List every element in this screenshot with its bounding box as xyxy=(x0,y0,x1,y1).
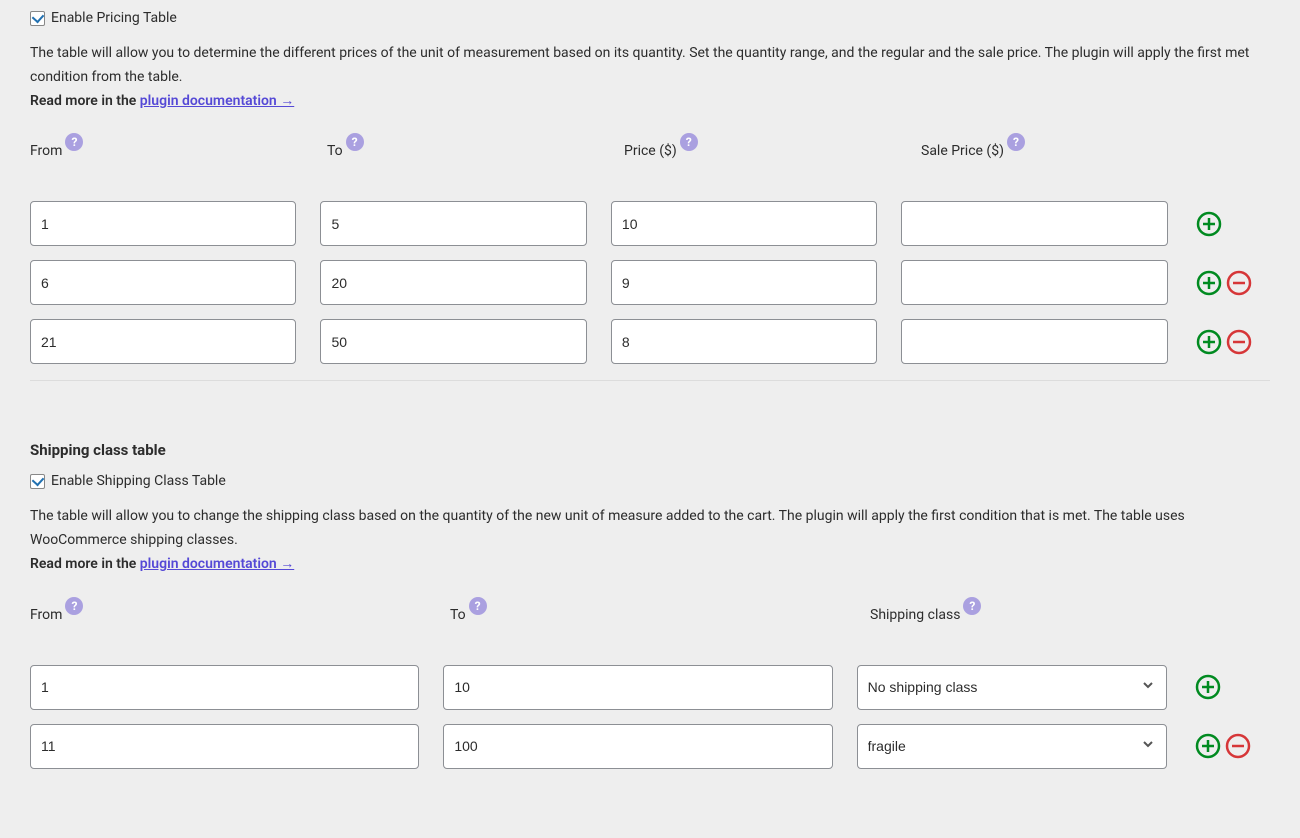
pricing-to-input[interactable] xyxy=(320,201,586,246)
help-icon[interactable]: ? xyxy=(469,597,487,615)
shipping-header-to: To xyxy=(450,607,466,623)
enable-shipping-row: Enable Shipping Class Table xyxy=(30,473,1270,489)
help-icon[interactable]: ? xyxy=(963,597,981,615)
pricing-header-from: From xyxy=(30,143,62,159)
shipping-class-select[interactable]: No shipping classfragile xyxy=(857,665,1168,710)
shipping-to-input[interactable] xyxy=(443,724,832,769)
remove-row-button[interactable] xyxy=(1225,733,1251,759)
add-row-button[interactable] xyxy=(1196,329,1222,355)
pricing-price-input[interactable] xyxy=(611,201,877,246)
help-icon[interactable]: ? xyxy=(65,597,83,615)
pricing-from-input[interactable] xyxy=(30,201,296,246)
shipping-to-input[interactable] xyxy=(443,665,832,710)
pricing-from-input[interactable] xyxy=(30,319,296,364)
shipping-header-from: From xyxy=(30,607,62,623)
shipping-from-input[interactable] xyxy=(30,724,419,769)
shipping-row: No shipping classfragile xyxy=(30,724,1270,769)
shipping-class-select[interactable]: No shipping classfragile xyxy=(857,724,1168,769)
enable-shipping-checkbox[interactable] xyxy=(30,474,45,489)
pricing-row xyxy=(30,201,1270,246)
pricing-row xyxy=(30,319,1270,364)
add-row-button[interactable] xyxy=(1196,270,1222,296)
help-icon[interactable]: ? xyxy=(65,133,83,151)
pricing-price-input[interactable] xyxy=(611,319,877,364)
add-row-button[interactable] xyxy=(1196,211,1222,237)
help-icon[interactable]: ? xyxy=(1007,133,1025,151)
help-icon[interactable]: ? xyxy=(680,133,698,151)
pricing-doc-link[interactable]: plugin documentation → xyxy=(140,93,294,109)
pricing-row xyxy=(30,260,1270,305)
enable-pricing-checkbox[interactable] xyxy=(30,11,45,26)
shipping-row: No shipping classfragile xyxy=(30,665,1270,710)
enable-pricing-label: Enable Pricing Table xyxy=(51,10,177,26)
pricing-header-sale: Sale Price ($) xyxy=(921,143,1004,159)
pricing-from-input[interactable] xyxy=(30,260,296,305)
add-row-button[interactable] xyxy=(1195,674,1221,700)
pricing-to-input[interactable] xyxy=(320,319,586,364)
shipping-from-input[interactable] xyxy=(30,665,419,710)
remove-row-button[interactable] xyxy=(1226,270,1252,296)
pricing-sale-input[interactable] xyxy=(901,260,1167,305)
remove-row-button[interactable] xyxy=(1226,329,1252,355)
shipping-doc-link[interactable]: plugin documentation → xyxy=(140,556,294,572)
shipping-section-title: Shipping class table xyxy=(30,421,1270,459)
pricing-header-price: Price ($) xyxy=(624,143,677,159)
add-row-button[interactable] xyxy=(1195,733,1221,759)
pricing-to-input[interactable] xyxy=(320,260,586,305)
pricing-column-headers: From? To? Price ($)? Sale Price ($)? xyxy=(30,143,1270,161)
enable-shipping-label: Enable Shipping Class Table xyxy=(51,473,226,489)
shipping-header-class: Shipping class xyxy=(870,607,960,623)
pricing-sale-input[interactable] xyxy=(901,201,1167,246)
help-icon[interactable]: ? xyxy=(346,133,364,151)
pricing-description: The table will allow you to determine th… xyxy=(30,42,1270,113)
enable-pricing-row: Enable Pricing Table xyxy=(30,10,1270,26)
pricing-price-input[interactable] xyxy=(611,260,877,305)
pricing-sale-input[interactable] xyxy=(901,319,1167,364)
shipping-description: The table will allow you to change the s… xyxy=(30,505,1270,576)
shipping-column-headers: From? To? Shipping class? xyxy=(30,607,1270,625)
pricing-header-to: To xyxy=(327,143,343,159)
